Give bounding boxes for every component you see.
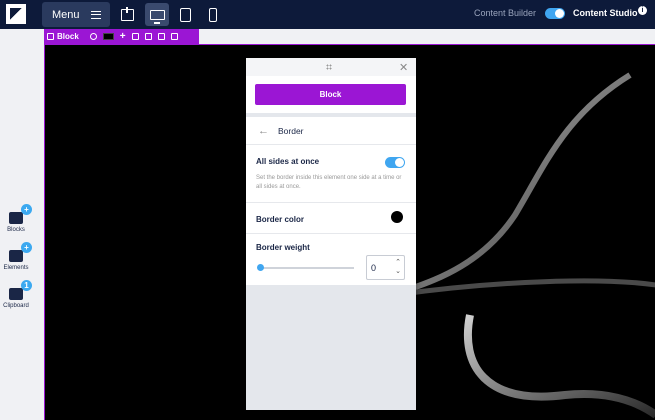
tablet-icon bbox=[179, 7, 191, 22]
add-badge: + bbox=[21, 242, 32, 253]
sidebar-item-blocks[interactable]: + Blocks bbox=[2, 204, 32, 233]
drag-grip-icon[interactable] bbox=[326, 64, 332, 70]
info-icon[interactable]: i bbox=[638, 6, 647, 15]
sidebar-item-clipboard[interactable]: 1 Clipboard bbox=[2, 280, 32, 309]
mobile-view-button[interactable] bbox=[201, 3, 225, 26]
slider-thumb[interactable] bbox=[257, 264, 264, 271]
border-color-label: Border color bbox=[256, 215, 305, 224]
sidebar-item-label: Blocks bbox=[7, 227, 25, 233]
border-section-header: ← Border bbox=[246, 117, 416, 144]
phone-icon bbox=[209, 7, 217, 22]
block-button[interactable]: Block bbox=[255, 84, 406, 105]
border-weight-label: Border weight bbox=[256, 243, 310, 252]
drag-handle-icon[interactable] bbox=[47, 33, 54, 40]
count-badge: 1 bbox=[21, 280, 32, 291]
block-toolbar: Block + bbox=[44, 29, 199, 44]
desktop-icon bbox=[149, 9, 165, 24]
all-sides-toggle[interactable] bbox=[385, 157, 405, 168]
clipboard-icon: 1 bbox=[9, 280, 32, 300]
menu-button[interactable]: Menu bbox=[42, 2, 110, 27]
block-toolbar-label: Block bbox=[57, 32, 79, 41]
content-builder-label: Content Builder bbox=[474, 8, 537, 18]
copy-icon[interactable] bbox=[144, 33, 152, 40]
border-weight-stepper[interactable]: 0 ⌃ ⌄ bbox=[366, 255, 405, 280]
content-studio-label: Content Studio bbox=[573, 8, 638, 18]
trash-icon[interactable] bbox=[170, 33, 178, 40]
border-color-swatch[interactable] bbox=[391, 211, 403, 223]
back-arrow-icon[interactable]: ← bbox=[258, 125, 269, 137]
close-icon[interactable]: ✕ bbox=[399, 61, 408, 74]
sidebar-item-label: Elements bbox=[3, 265, 29, 271]
block-settings-panel: ✕ Block ← Border All sides at once Set t… bbox=[246, 58, 416, 410]
download-icon[interactable] bbox=[131, 33, 139, 40]
tablet-view-button[interactable] bbox=[173, 3, 197, 26]
builder-studio-toggle[interactable] bbox=[545, 8, 565, 19]
border-color-row: Border color bbox=[246, 202, 416, 233]
sidebar-item-elements[interactable]: + Elements bbox=[2, 242, 32, 271]
color-swatch[interactable] bbox=[102, 33, 114, 40]
elements-icon: + bbox=[9, 242, 32, 262]
border-weight-row: Border weight 0 ⌃ ⌄ bbox=[246, 233, 416, 285]
section-title: Border bbox=[278, 125, 304, 136]
hamburger-icon bbox=[91, 10, 101, 19]
all-sides-label: All sides at once bbox=[256, 157, 320, 166]
border-weight-slider[interactable] bbox=[258, 267, 354, 269]
all-sides-row: All sides at once Set the border inside … bbox=[246, 144, 416, 202]
download-icon bbox=[120, 6, 134, 21]
paste-icon[interactable] bbox=[157, 33, 165, 40]
stepper-arrows-icon[interactable]: ⌃ ⌄ bbox=[395, 258, 401, 276]
block-button-section: Block bbox=[246, 76, 416, 113]
blocks-icon: + bbox=[9, 204, 32, 224]
plus-icon[interactable]: + bbox=[120, 31, 126, 42]
save-download-button[interactable] bbox=[115, 3, 139, 26]
stepper-value: 0 bbox=[371, 262, 377, 273]
add-badge: + bbox=[21, 204, 32, 215]
desktop-view-button[interactable] bbox=[145, 3, 169, 26]
help-text: Set the border inside this element one s… bbox=[256, 175, 402, 190]
sidebar-item-label: Clipboard bbox=[3, 303, 29, 309]
app-logo bbox=[6, 4, 26, 24]
menu-label: Menu bbox=[52, 8, 80, 21]
gear-icon[interactable] bbox=[89, 33, 97, 40]
top-bar: Menu Content Builder Content Studio i bbox=[0, 0, 655, 29]
panel-header: ✕ bbox=[246, 58, 416, 76]
